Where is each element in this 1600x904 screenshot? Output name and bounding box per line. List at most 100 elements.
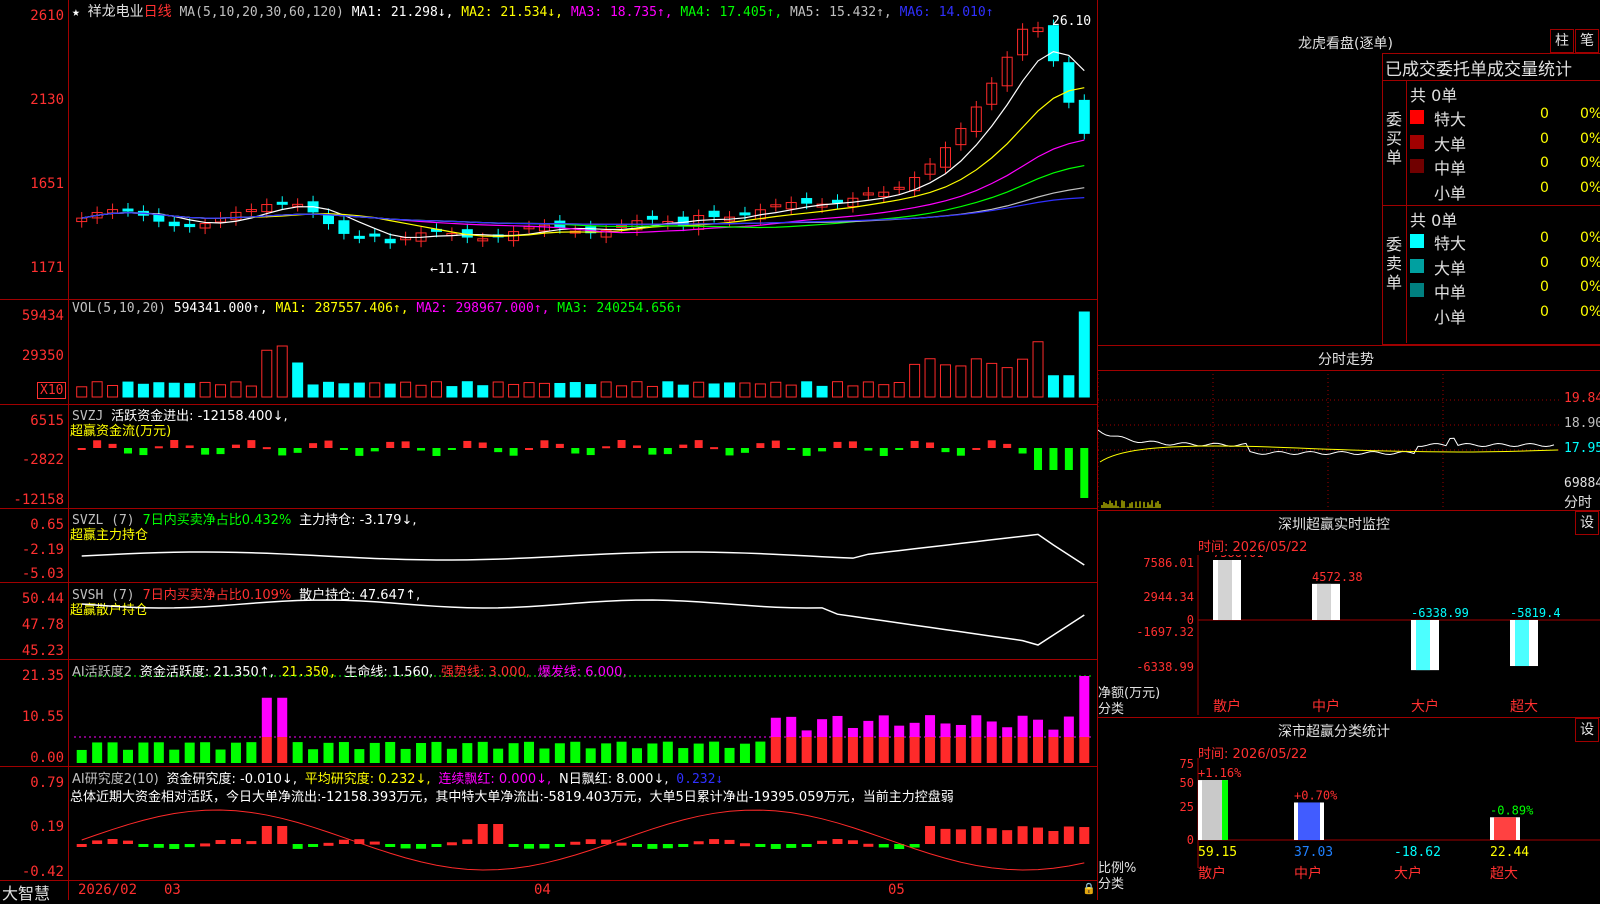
dragon-title: 龙虎看盘(逐单) [1298, 33, 1393, 53]
activity-bar [293, 742, 303, 763]
color-swatch [1410, 159, 1424, 173]
research-bar [385, 844, 395, 847]
volume-bar [879, 385, 889, 397]
order-pct: 0% [1580, 131, 1600, 147]
bar-mode-button[interactable]: 柱 [1550, 29, 1574, 53]
research-bar [725, 840, 735, 844]
volume-bar [725, 383, 735, 397]
capital-bar [972, 448, 980, 450]
volume-bar [925, 359, 935, 397]
candle [339, 221, 349, 234]
research-bar [755, 844, 765, 847]
capital-bar [926, 443, 934, 448]
activity-bar [1048, 737, 1058, 763]
activity-bar [339, 742, 349, 763]
capital-bar [988, 440, 996, 448]
sell-total: 共 0单 [1410, 207, 1457, 231]
activity-bar [848, 737, 858, 763]
lock-icon[interactable]: 🔒 [1082, 882, 1096, 895]
activity-bar [663, 742, 673, 763]
volume-bar [447, 387, 457, 397]
intraday-tick: 18.90 [1564, 416, 1600, 431]
capital-bar [278, 448, 286, 455]
monitor-settings-button[interactable]: 设 [1575, 511, 1599, 535]
order-pct: 0% [1580, 180, 1600, 196]
research-bar [956, 829, 966, 844]
capital-bar [726, 448, 734, 455]
color-swatch [1410, 283, 1424, 297]
candle [169, 222, 179, 225]
app-logo-text[interactable]: 大智慧 [2, 880, 50, 904]
research-bar [910, 844, 920, 848]
bar-inner [1494, 817, 1516, 840]
activity-bar [817, 737, 827, 763]
research-bar [431, 844, 441, 847]
main-chart-area[interactable]: 2610 2130 1651 1171 59434 29350 X10 6515… [0, 0, 1098, 900]
category-settings-button[interactable]: 设 [1575, 718, 1599, 742]
intraday-title[interactable]: 分时走势 [1318, 349, 1374, 369]
bar-inner [1218, 560, 1232, 620]
intraday-price-line [1098, 430, 1554, 454]
ma6-line [82, 198, 1085, 225]
activity-bar [92, 742, 102, 763]
buy-side-label: 委买单 [1386, 110, 1404, 167]
ma2-line [82, 88, 1085, 237]
activity-bar [539, 748, 549, 763]
volume-bar [216, 385, 226, 397]
buy-total: 共 0单 [1410, 82, 1457, 106]
ma3-line [82, 140, 1085, 232]
activity-bar-top [1033, 720, 1043, 737]
activity-bar [709, 742, 719, 763]
capital-bar [186, 445, 194, 448]
research-bar [848, 840, 858, 844]
activity-bar-top [277, 698, 287, 737]
candle [277, 202, 287, 204]
volume-bar [971, 359, 981, 397]
volume-bar [138, 384, 148, 397]
volume-bar [431, 382, 441, 397]
activity-bar [524, 742, 534, 763]
volume-bar [647, 386, 657, 397]
dragon-header-line [1382, 80, 1600, 81]
activity-bar-top [817, 719, 827, 737]
bar-value: 7586.01 [1213, 555, 1264, 560]
research-bar [971, 826, 981, 844]
capital-bar [1065, 448, 1073, 470]
category-label: 大户 [1394, 865, 1422, 882]
order-pct: 0% [1580, 155, 1600, 171]
capital-bar [818, 448, 826, 451]
order-count: 0 [1540, 279, 1549, 295]
volume-bar [308, 385, 318, 397]
activity-bar [154, 742, 164, 763]
capital-bar [201, 448, 209, 455]
monitor-time: 时间: 2026/05/22 [1198, 536, 1307, 555]
candle [740, 213, 750, 215]
volume-bar [277, 346, 287, 397]
activity-bar-top [956, 725, 966, 737]
capital-bar [432, 448, 440, 456]
intraday-chart[interactable] [1098, 370, 1600, 508]
color-swatch [1410, 135, 1424, 149]
research-bar [169, 844, 179, 849]
candle [385, 239, 395, 242]
main-holding-line [82, 534, 1085, 565]
activity-bar [462, 743, 472, 763]
capital-bar [834, 442, 842, 448]
volume-bar [92, 382, 102, 397]
activity-bar [108, 742, 118, 763]
status-bar: 大智慧 2026/02 03 04 05 🔒 [0, 880, 1098, 900]
research-bar [185, 844, 195, 847]
tick-mode-button[interactable]: 笔 [1575, 29, 1599, 53]
research-bar [940, 829, 950, 844]
volume-bar [555, 383, 565, 397]
category-chart: 755025059.15散户+1.16%37.03中户+0.70%-18.62大… [1098, 758, 1600, 900]
research-bar [1048, 831, 1058, 844]
capital-bar [510, 448, 518, 456]
volume-bar [123, 382, 133, 397]
main-chart-canvas[interactable] [0, 0, 1098, 900]
order-type-label: 小单 [1434, 304, 1466, 328]
y-tick: -1697.32 [1136, 625, 1194, 639]
volume-bar [709, 384, 719, 397]
capital-bar [1049, 448, 1057, 470]
capital-bar [679, 445, 687, 448]
